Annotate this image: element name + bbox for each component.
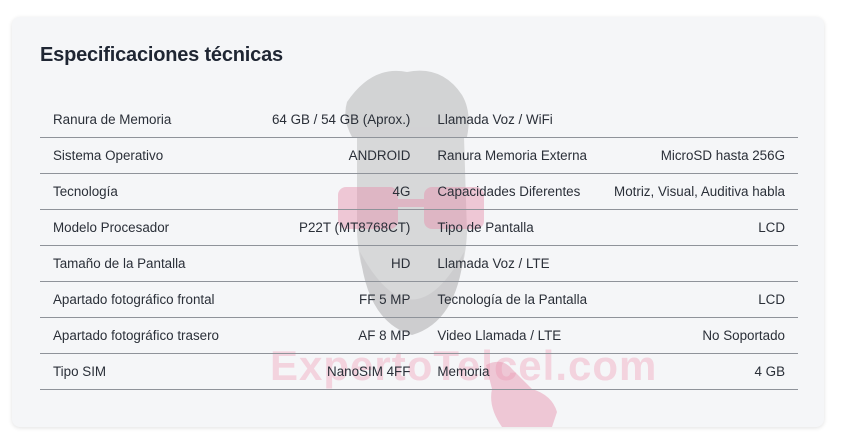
- spec-value: 4G: [258, 173, 426, 210]
- spec-label: Llamada Voz / WiFi: [425, 102, 615, 138]
- table-row: Tipo SIM NanoSIM 4FF Memoria 4 GB: [40, 353, 798, 390]
- spec-label: Tamaño de la Pantalla: [40, 245, 259, 282]
- table-row: Ranura de Memoria 64 GB / 54 GB (Aprox.)…: [40, 102, 798, 138]
- spec-value: LCD: [614, 281, 798, 318]
- spec-label: Llamada Voz / LTE: [425, 245, 615, 282]
- spec-label: Tipo SIM: [40, 353, 259, 390]
- page-title: Especificaciones técnicas: [40, 44, 283, 66]
- spec-label: Capacidades Diferentes: [425, 173, 615, 210]
- spec-value: No Soportado: [614, 317, 798, 354]
- spec-value: MicroSD hasta 256G: [614, 137, 798, 174]
- spec-value: 64 GB / 54 GB (Aprox.): [258, 102, 426, 138]
- table-row: Tecnología 4G Capacidades Diferentes Mot…: [40, 173, 798, 210]
- spec-label: Tipo de Pantalla: [425, 209, 615, 246]
- spec-label: Video Llamada / LTE: [425, 317, 615, 354]
- spec-label: Apartado fotográfico trasero: [40, 317, 259, 354]
- spec-value: HD: [258, 245, 426, 282]
- specs-table: Ranura de Memoria 64 GB / 54 GB (Aprox.)…: [40, 102, 798, 390]
- spec-value: 4 GB: [614, 353, 798, 390]
- spec-value: [614, 245, 798, 282]
- spec-value: AF 8 MP: [258, 317, 426, 354]
- table-row: Sistema Operativo ANDROID Ranura Memoria…: [40, 137, 798, 174]
- spec-value: ANDROID: [258, 137, 426, 174]
- spec-value: [614, 102, 798, 138]
- page: ExpertoTelcel.com Especificaciones técni…: [0, 0, 849, 442]
- spec-label: Apartado fotográfico frontal: [40, 281, 259, 318]
- spec-value: P22T (MT8768CT): [258, 209, 426, 246]
- spec-value: LCD: [614, 209, 798, 246]
- table-row: Modelo Procesador P22T (MT8768CT) Tipo d…: [40, 209, 798, 246]
- spec-label: Memoria: [425, 353, 615, 390]
- specs-card: ExpertoTelcel.com Especificaciones técni…: [12, 17, 824, 427]
- spec-label: Sistema Operativo: [40, 137, 259, 174]
- table-row: Apartado fotográfico frontal FF 5 MP Tec…: [40, 281, 798, 318]
- spec-value: FF 5 MP: [258, 281, 426, 318]
- spec-label: Ranura de Memoria: [40, 102, 259, 138]
- spec-value: NanoSIM 4FF: [258, 353, 426, 390]
- spec-label: Ranura Memoria Externa: [425, 137, 615, 174]
- spec-value: Motriz, Visual, Auditiva habla: [614, 173, 798, 210]
- spec-label: Modelo Procesador: [40, 209, 259, 246]
- table-row: Apartado fotográfico trasero AF 8 MP Vid…: [40, 317, 798, 354]
- spec-label: Tecnología: [40, 173, 259, 210]
- table-row: Tamaño de la Pantalla HD Llamada Voz / L…: [40, 245, 798, 282]
- spec-label: Tecnología de la Pantalla: [425, 281, 615, 318]
